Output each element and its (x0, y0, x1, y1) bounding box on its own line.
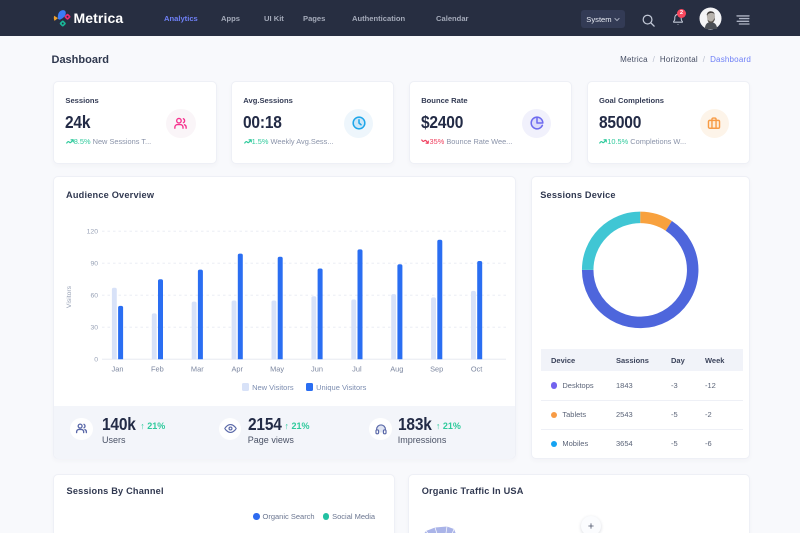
svg-text:Apr: Apr (231, 364, 243, 373)
svg-text:Visitors: Visitors (66, 285, 73, 308)
svg-text:Sep: Sep (430, 364, 443, 373)
svg-text:Mar: Mar (191, 364, 204, 373)
svg-text:30: 30 (90, 324, 98, 331)
svg-text:Jun: Jun (311, 364, 323, 373)
svg-text:Aug: Aug (390, 364, 403, 373)
svg-text:Oct: Oct (471, 364, 483, 373)
svg-text:Jan: Jan (112, 364, 124, 373)
svg-text:Jul: Jul (352, 364, 362, 373)
svg-text:Feb: Feb (151, 364, 164, 373)
svg-text:60: 60 (90, 292, 98, 299)
svg-text:90: 90 (90, 260, 98, 267)
svg-text:0: 0 (94, 356, 98, 363)
svg-text:May: May (270, 364, 284, 373)
svg-text:120: 120 (87, 228, 99, 235)
